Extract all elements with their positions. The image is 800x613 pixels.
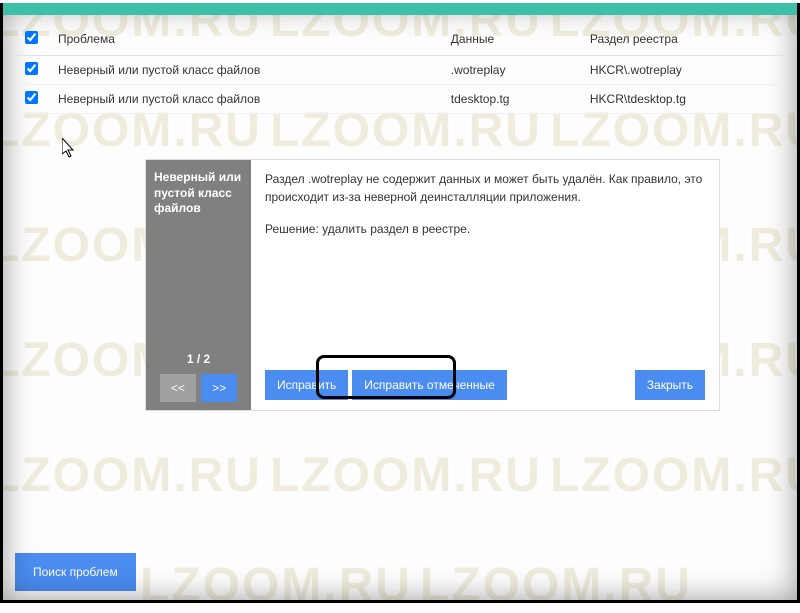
details-description: Раздел .wotreplay не содержит данных и м…	[265, 170, 705, 206]
details-text: Раздел .wotreplay не содержит данных и м…	[265, 170, 705, 238]
details-body: Раздел .wotreplay не содержит данных и м…	[251, 160, 719, 410]
table-row[interactable]: Неверный или пустой класс файлов .wotrep…	[15, 56, 785, 85]
header-checkbox-cell	[15, 23, 48, 56]
header-problem: Проблема	[48, 23, 441, 56]
header-registry: Раздел реестра	[580, 23, 785, 56]
problems-table: Проблема Данные Раздел реестра Неверный …	[15, 23, 785, 114]
pager: 1 / 2 << >>	[154, 352, 243, 402]
pager-prev-button[interactable]: <<	[160, 374, 196, 402]
watermark-text: LZOOM.RU	[0, 448, 262, 503]
select-all-checkbox[interactable]	[25, 31, 38, 44]
details-title: Неверный или пустой класс файлов	[154, 170, 243, 217]
pager-label: 1 / 2	[154, 352, 243, 366]
cell-problem: Неверный или пустой класс файлов	[48, 56, 441, 85]
fix-button[interactable]: Исправить	[265, 370, 348, 400]
details-panel: Неверный или пустой класс файлов 1 / 2 <…	[145, 159, 720, 411]
cell-data: .wotreplay	[441, 56, 580, 85]
details-solution: Решение: удалить раздел в реестре.	[265, 220, 705, 238]
details-actions: Исправить Исправить отмеченные Закрыть	[265, 362, 705, 400]
watermark-text: LZOOM.RU	[140, 558, 412, 613]
details-sidebar: Неверный или пустой класс файлов 1 / 2 <…	[146, 160, 251, 410]
top-accent-bar	[3, 3, 797, 15]
mouse-cursor-icon	[62, 138, 78, 160]
cell-registry: HKCR\.wotreplay	[580, 56, 785, 85]
close-button[interactable]: Закрыть	[635, 370, 705, 400]
fix-marked-button[interactable]: Исправить отмеченные	[352, 370, 507, 400]
pager-next-button[interactable]: >>	[201, 374, 237, 402]
cell-data: tdesktop.tg	[441, 85, 580, 114]
row-checkbox[interactable]	[25, 62, 38, 75]
table-row[interactable]: Неверный или пустой класс файлов tdeskto…	[15, 85, 785, 114]
watermark-text: LZOOM.RU	[270, 448, 542, 503]
row-checkbox[interactable]	[25, 91, 38, 104]
search-problems-button[interactable]: Поиск проблем	[15, 553, 136, 591]
watermark-text: LZOOM.RU	[550, 448, 800, 503]
cell-registry: HKCR\tdesktop.tg	[580, 85, 785, 114]
watermark-text: LZOOM.RU	[420, 558, 692, 613]
cell-problem: Неверный или пустой класс файлов	[48, 85, 441, 114]
header-data: Данные	[441, 23, 580, 56]
